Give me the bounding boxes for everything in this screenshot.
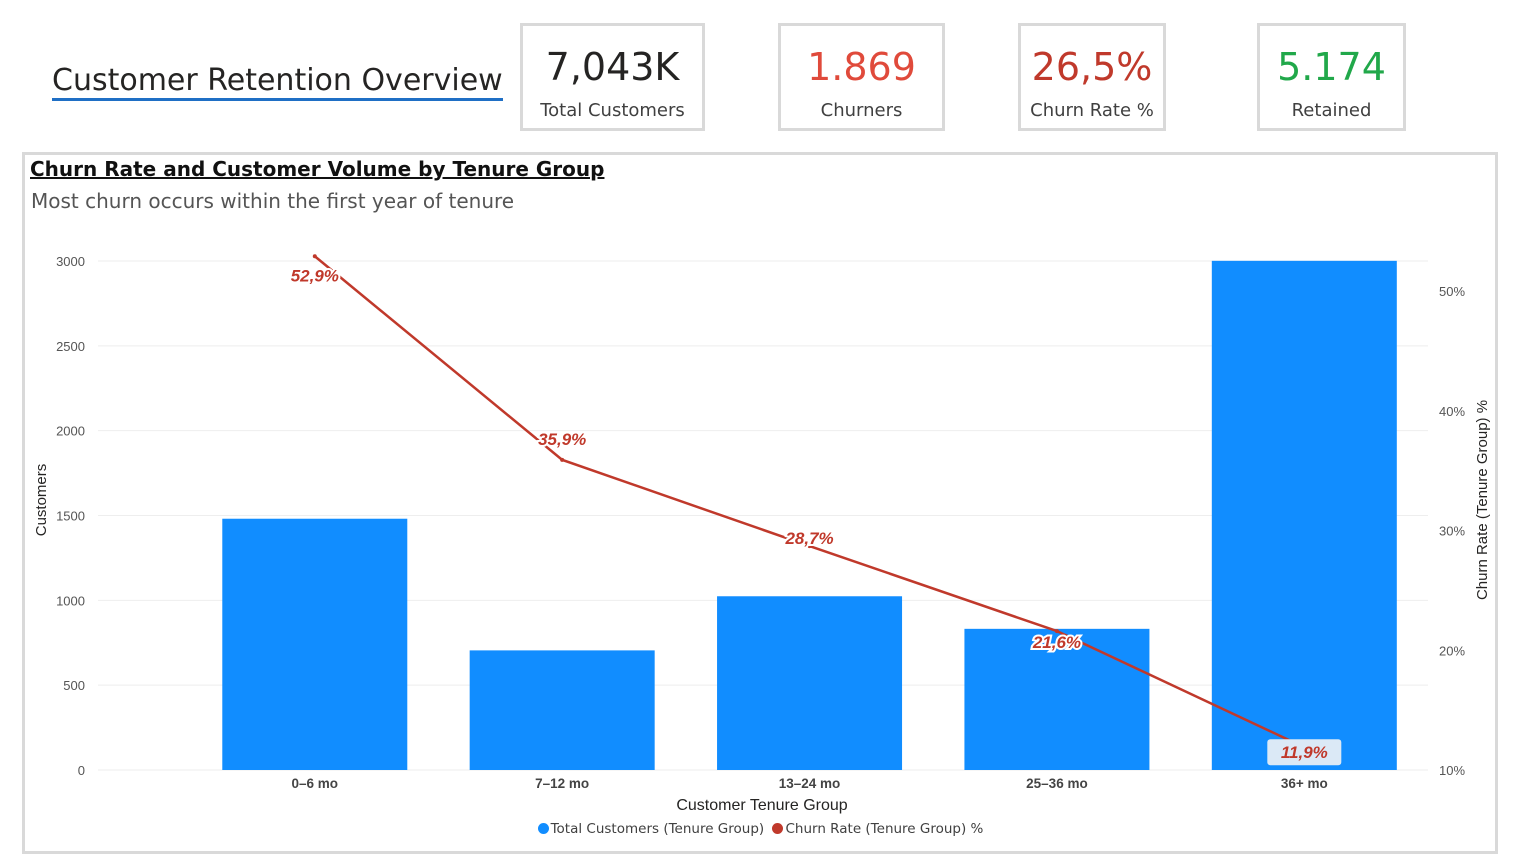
x-axis-title: Customer Tenure Group bbox=[676, 797, 847, 814]
x-tick-label: 0–6 mo bbox=[292, 776, 339, 791]
legend-label: Churn Rate (Tenure Group) % bbox=[785, 821, 984, 837]
legend-item-bars[interactable]: Total Customers (Tenure Group) bbox=[537, 821, 765, 837]
line-point[interactable] bbox=[312, 254, 317, 259]
legend-item-line[interactable]: Churn Rate (Tenure Group) % bbox=[772, 821, 983, 837]
line-point[interactable] bbox=[560, 457, 565, 462]
bar[interactable] bbox=[1211, 260, 1397, 770]
data-label: 11,9% bbox=[1281, 743, 1328, 762]
y-tick-label: 2500 bbox=[56, 339, 85, 354]
y-tick-label: 3000 bbox=[56, 254, 85, 269]
chart-legend: Total Customers (Tenure Group) Churn Rat… bbox=[0, 821, 1521, 837]
y-tick-label: 500 bbox=[63, 678, 85, 693]
data-label: 21,6% bbox=[1032, 633, 1081, 652]
legend-line-dot-icon bbox=[772, 823, 784, 834]
data-label: 52,9% bbox=[291, 266, 339, 285]
x-tick-label: 36+ mo bbox=[1281, 776, 1328, 791]
legend-bar-dot-icon bbox=[537, 823, 549, 834]
bar[interactable] bbox=[717, 596, 903, 770]
y-tick-label: 0 bbox=[78, 763, 85, 778]
x-tick-label: 25–36 mo bbox=[1026, 776, 1088, 791]
y2-tick-label: 20% bbox=[1439, 643, 1465, 658]
x-tick-label: 7–12 mo bbox=[535, 776, 589, 791]
y-axis-title: Customers bbox=[33, 464, 50, 537]
data-label: 35,9% bbox=[538, 430, 586, 449]
y2-tick-label: 10% bbox=[1439, 763, 1465, 778]
y2-tick-label: 40% bbox=[1439, 404, 1465, 419]
y-tick-label: 2000 bbox=[56, 424, 85, 439]
bar[interactable] bbox=[469, 650, 655, 770]
data-label: 28,7% bbox=[784, 529, 833, 548]
y-tick-label: 1000 bbox=[56, 593, 85, 608]
combo-chart[interactable]: 52,9% 35,9% 28,7% 21,6% 11,9% 0 500 1000 1500 20… bbox=[0, 0, 1521, 858]
bar[interactable] bbox=[222, 518, 408, 770]
x-tick-label: 13–24 mo bbox=[779, 776, 841, 791]
y2-tick-label: 30% bbox=[1439, 524, 1465, 539]
legend-label: Total Customers (Tenure Group) bbox=[550, 821, 765, 837]
y2-axis-title: Churn Rate (Tenure Group) % bbox=[1474, 400, 1491, 600]
y-tick-label: 1500 bbox=[56, 509, 85, 524]
y2-tick-label: 50% bbox=[1439, 284, 1465, 299]
